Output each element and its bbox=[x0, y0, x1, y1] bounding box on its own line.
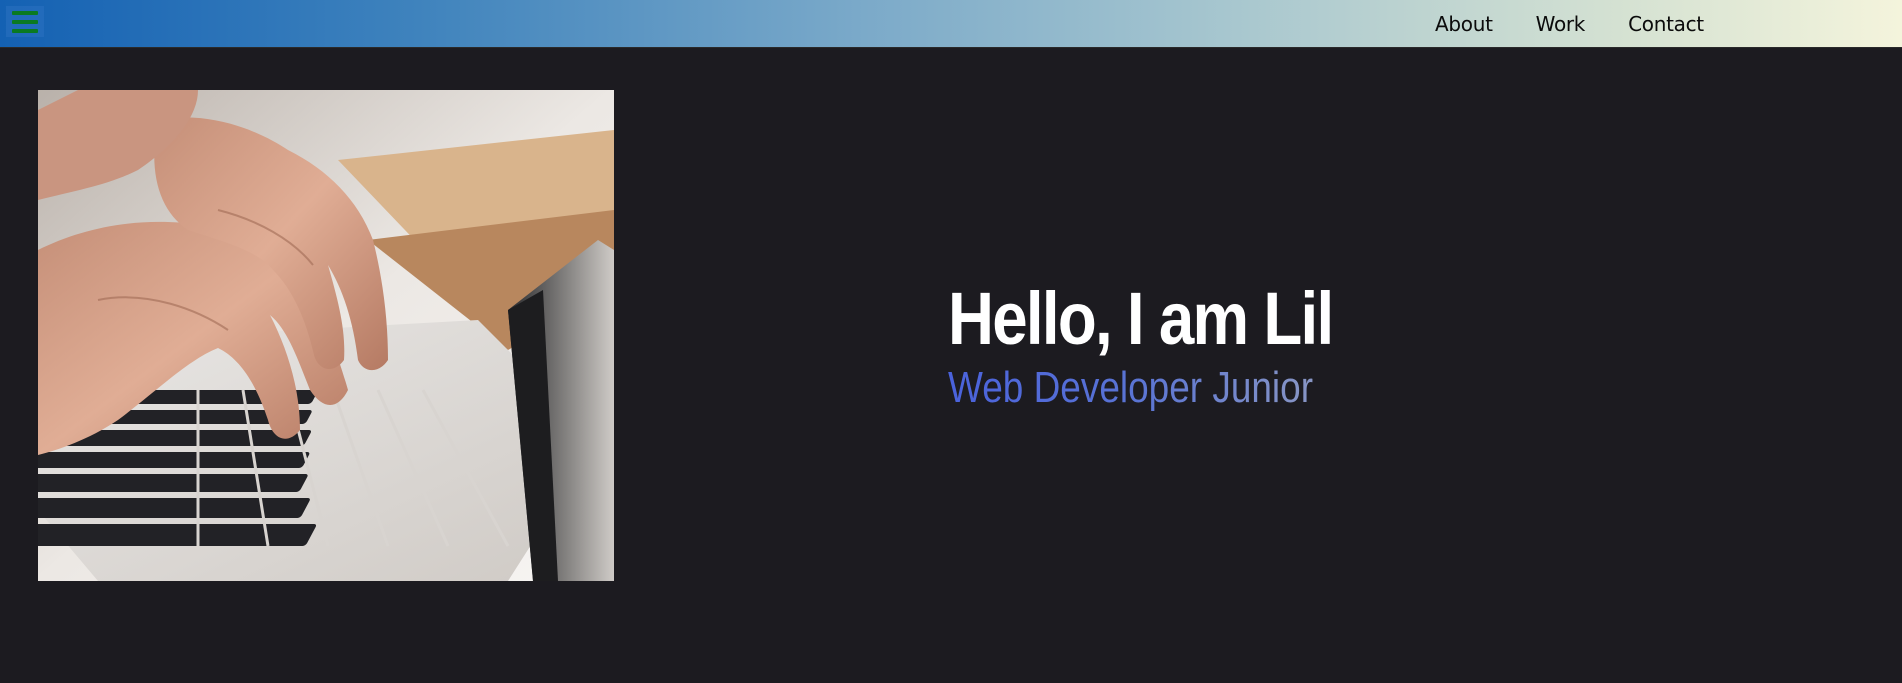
page-subtitle: Web Developer Junior bbox=[948, 363, 1323, 413]
top-navigation-bar: About Work Contact bbox=[0, 0, 1902, 48]
menu-bar-line bbox=[12, 19, 38, 24]
nav-link-contact[interactable]: Contact bbox=[1628, 12, 1704, 36]
menu-bar-line bbox=[12, 28, 38, 33]
nav-link-work[interactable]: Work bbox=[1536, 12, 1586, 36]
menu-bar-line bbox=[12, 10, 38, 15]
hamburger-menu-icon[interactable] bbox=[6, 6, 44, 37]
page-title: Hello, I am Lil bbox=[948, 277, 1334, 360]
hero-photo bbox=[38, 90, 614, 581]
hands-typing-laptop-photo bbox=[38, 90, 614, 581]
nav-link-about[interactable]: About bbox=[1435, 12, 1493, 36]
main-nav: About Work Contact bbox=[1435, 0, 1747, 48]
hero-section: Hello, I am Lil Web Developer Junior bbox=[948, 275, 1395, 413]
